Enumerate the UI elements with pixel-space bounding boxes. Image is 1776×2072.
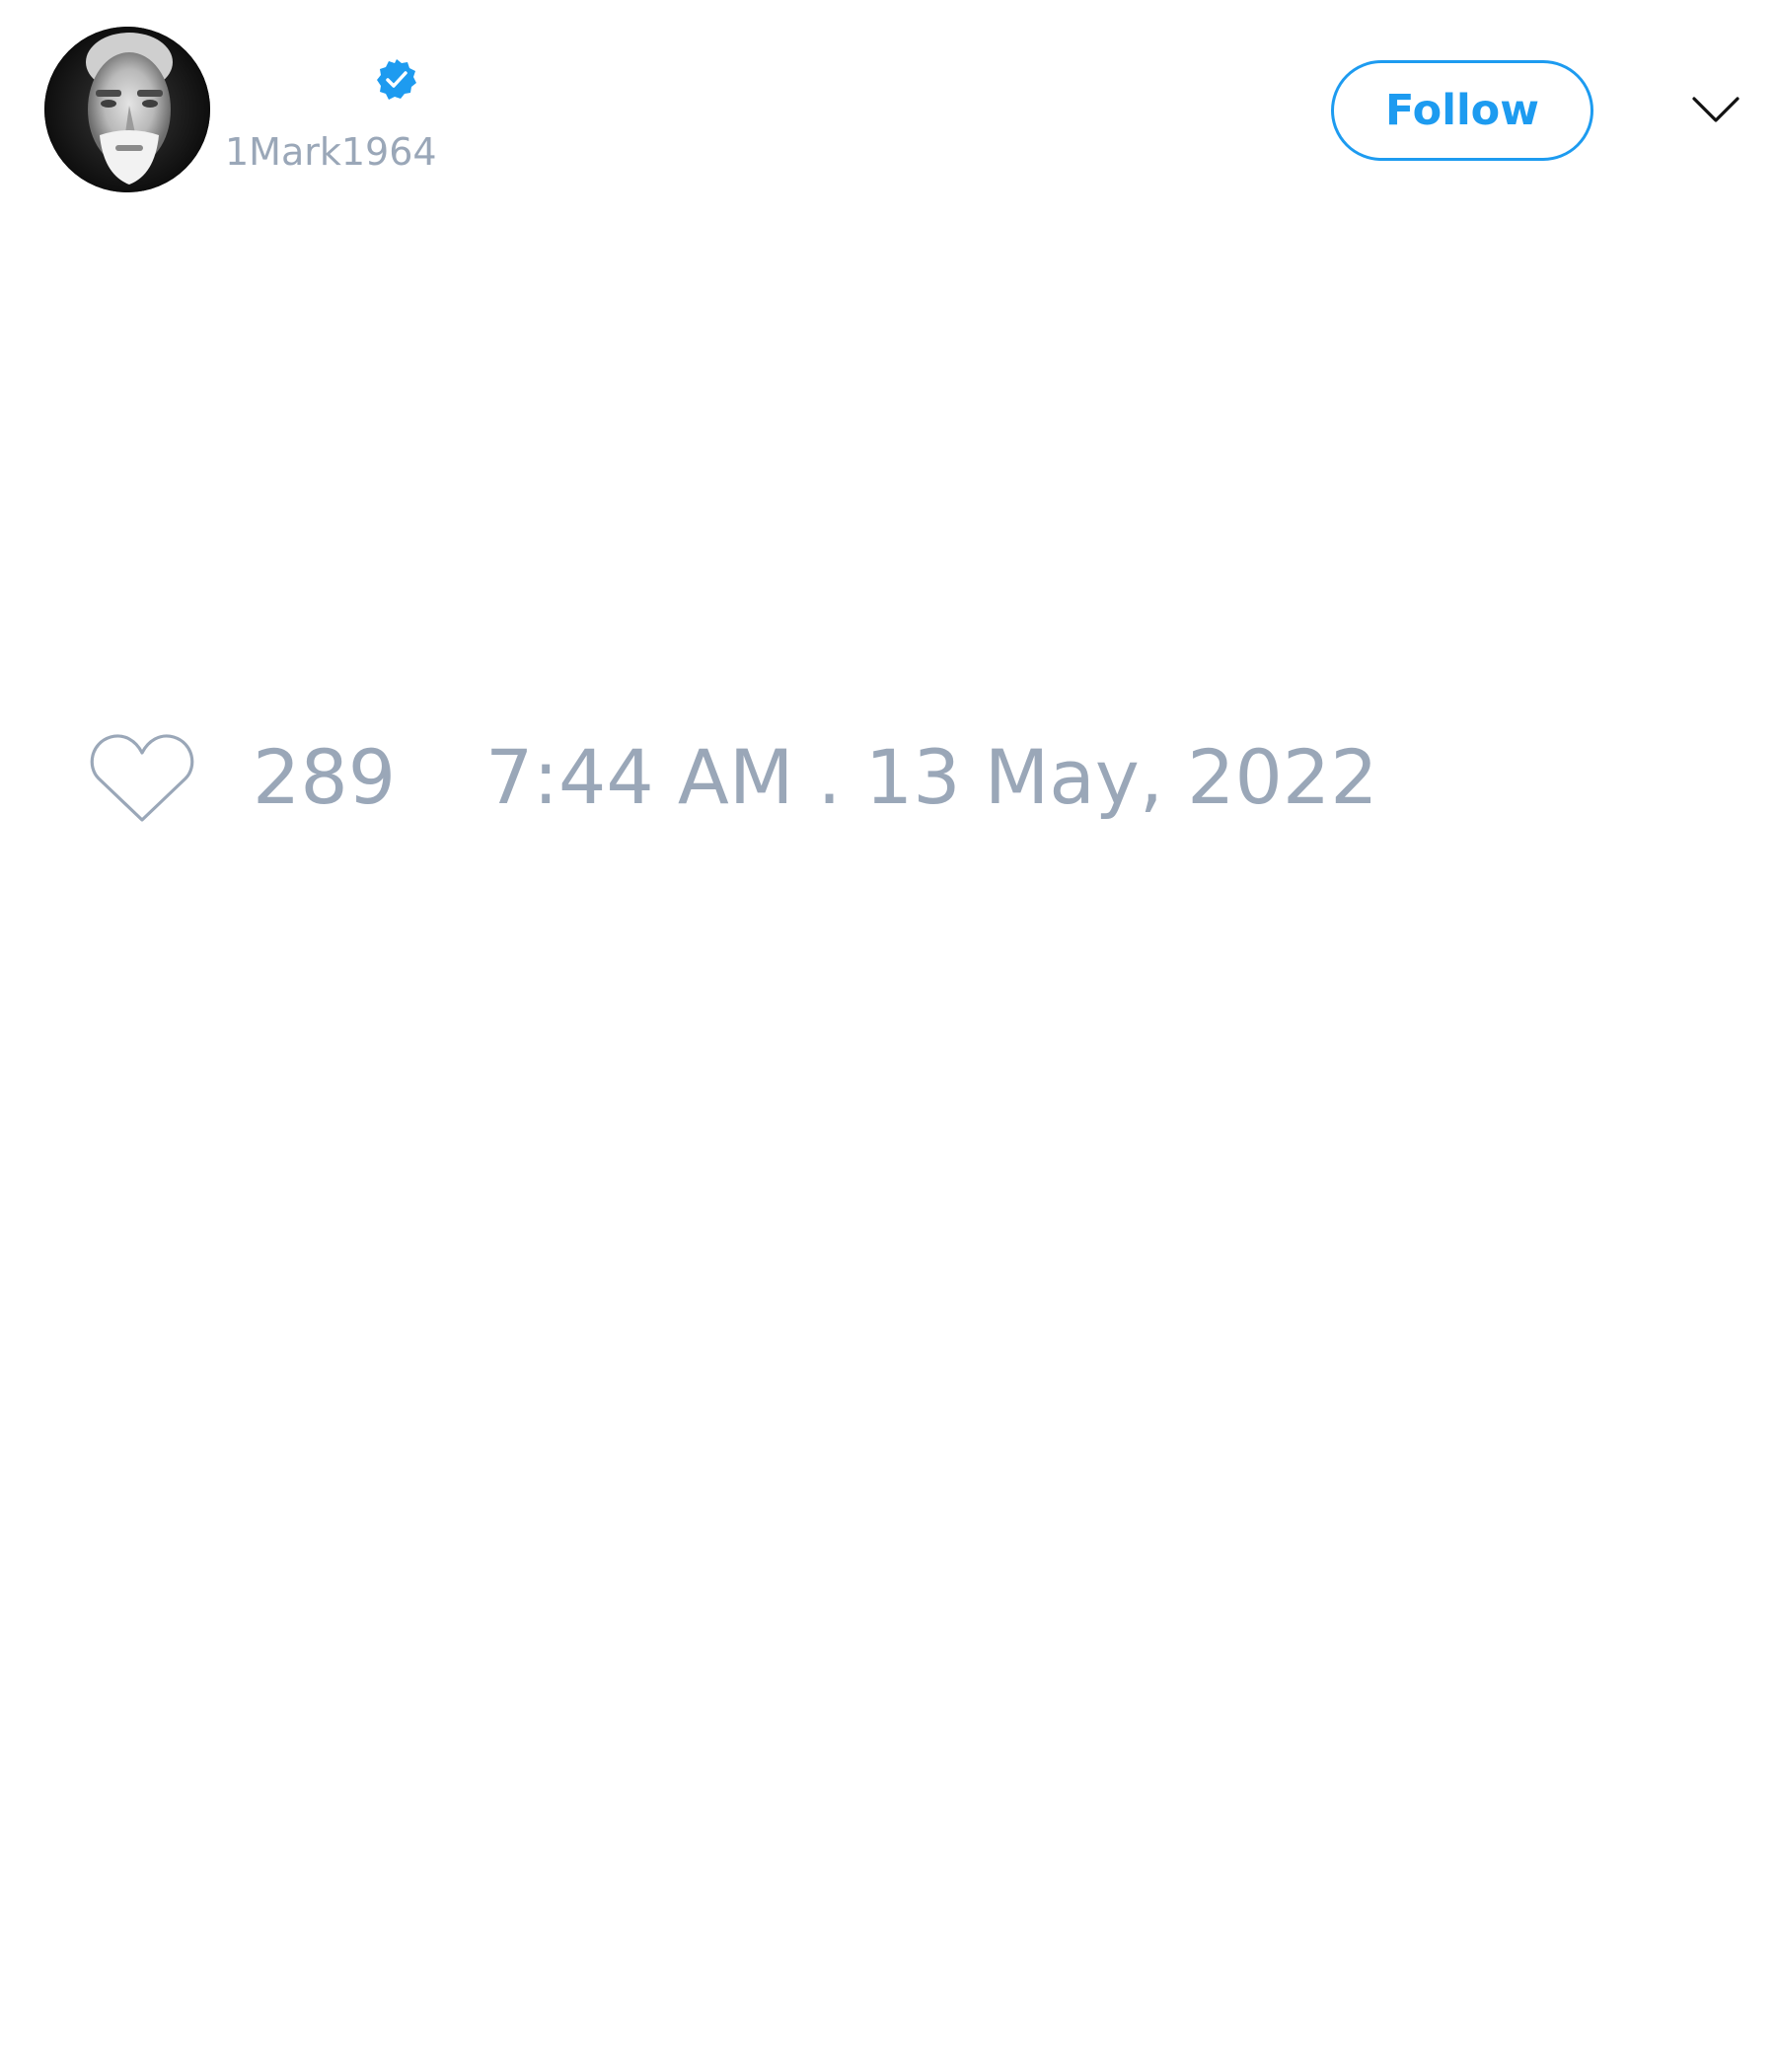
chevron-down-icon[interactable] xyxy=(1691,91,1740,128)
like-count: 289 xyxy=(253,733,397,821)
avatar-image xyxy=(44,27,210,192)
avatar[interactable] xyxy=(44,27,210,192)
tweet-timestamp[interactable]: 7:44 AM . 13 May, 2022 xyxy=(485,730,1378,825)
author-handle[interactable]: 1Mark1964 xyxy=(225,126,437,178)
follow-button[interactable]: Follow xyxy=(1331,60,1593,161)
verified-badge-icon xyxy=(374,57,419,103)
heart-outline-icon[interactable] xyxy=(89,731,195,825)
